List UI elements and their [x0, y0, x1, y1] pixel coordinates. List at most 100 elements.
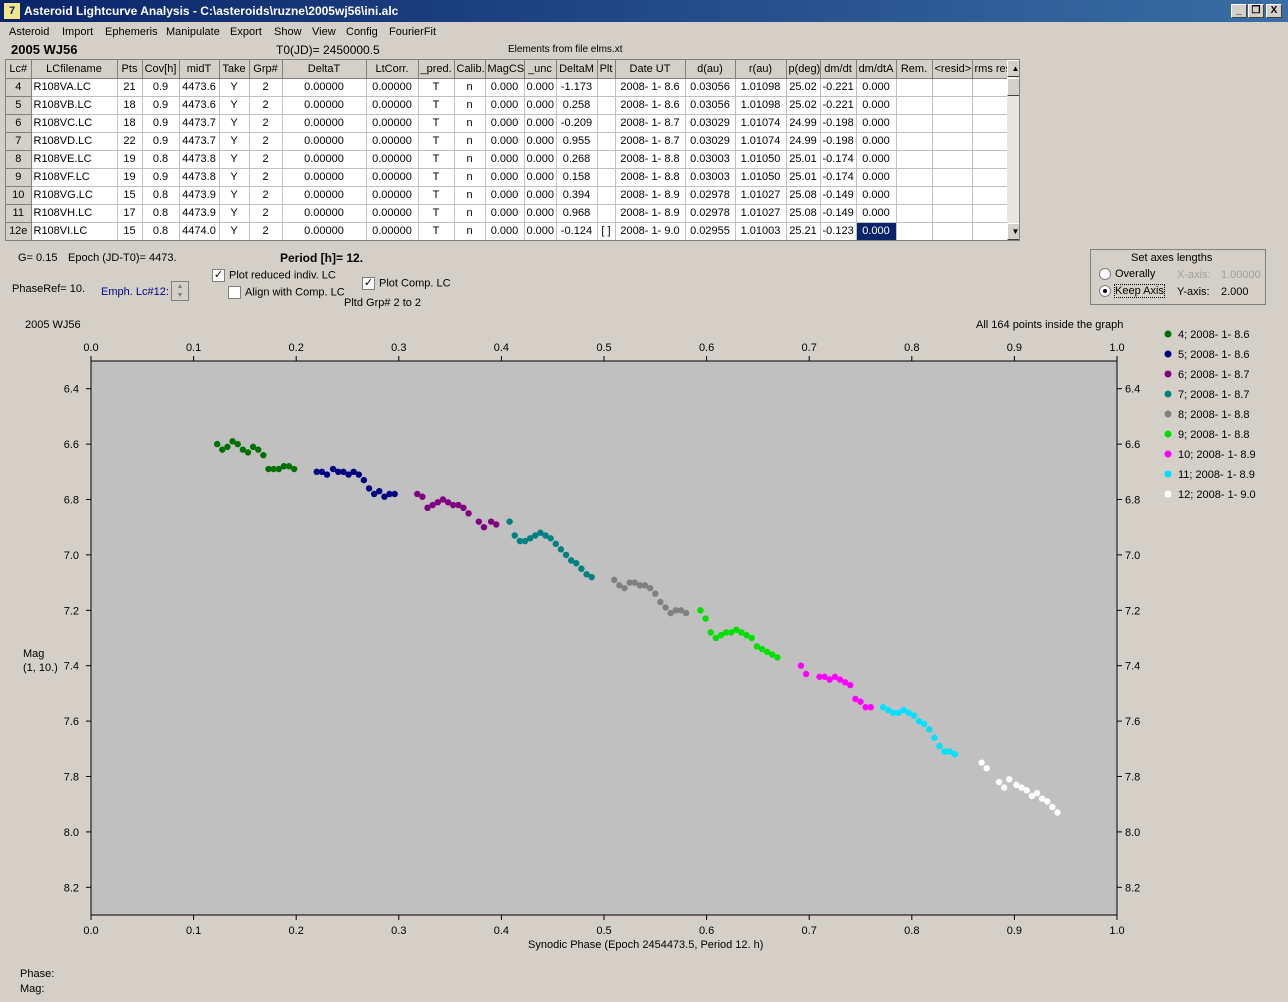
phase-ref-label[interactable]: PhaseRef= 10. — [12, 283, 85, 295]
table-cell[interactable]: 4473.9 — [179, 186, 220, 205]
table-cell[interactable] — [932, 114, 973, 133]
table-cell[interactable]: -0.209 — [556, 114, 598, 133]
table-cell[interactable] — [597, 132, 616, 151]
table-cell[interactable]: R108VE.LC — [31, 150, 118, 169]
table-cell[interactable]: 0.000 — [485, 132, 525, 151]
table-cell[interactable]: R108VF.LC — [31, 168, 118, 187]
lightcurve-plot[interactable]: 0.0 0.0 0.1 0.1 0.2 0.2 0.3 0.3 0.4 0.4 0.5 0.5 0.6 0… — [18, 313, 1270, 961]
table-cell[interactable]: 0.03056 — [685, 78, 736, 97]
table-cell[interactable]: 1.01050 — [735, 168, 787, 187]
table-cell[interactable]: 25.01 — [786, 150, 821, 169]
table-cell[interactable]: -0.198 — [820, 114, 857, 133]
table-cell[interactable] — [972, 96, 1011, 115]
table-cell[interactable]: 0.000 — [485, 96, 525, 115]
column-header[interactable]: Take — [219, 60, 250, 79]
table-cell[interactable]: 19 — [117, 168, 143, 187]
table-cell[interactable]: 0.8 — [142, 186, 180, 205]
table-cell[interactable]: 4 — [6, 78, 32, 97]
table-cell[interactable]: 24.99 — [786, 114, 821, 133]
table-cell[interactable]: Y — [219, 186, 250, 205]
table-cell[interactable]: 2008- 1- 8.7 — [615, 114, 686, 133]
restore-button[interactable]: ❐ — [1248, 4, 1264, 18]
table-cell[interactable] — [972, 204, 1011, 223]
column-header[interactable]: p(deg) — [786, 60, 821, 79]
table-cell[interactable]: 0.000 — [524, 204, 557, 223]
scroll-down-icon[interactable]: ▼ — [1007, 223, 1019, 240]
table-cell[interactable] — [932, 204, 973, 223]
table-cell[interactable]: 0.02978 — [685, 204, 736, 223]
table-cell[interactable]: 0.00000 — [282, 168, 367, 187]
y-axis-value[interactable]: 2.000 — [1221, 286, 1249, 298]
table-row[interactable]: 5 R108VB.LC 18 0.9 4473.6 Y 2 0.00000 0.00000 Tn 0… — [6, 96, 1011, 115]
table-cell[interactable]: 19 — [117, 150, 143, 169]
table-cell[interactable]: -0.221 — [820, 78, 857, 97]
table-cell[interactable]: n — [454, 204, 486, 223]
table-cell[interactable]: 9 — [6, 168, 32, 187]
table-cell[interactable]: 10 — [6, 186, 32, 205]
menu-show[interactable]: Show — [274, 26, 302, 38]
table-cell[interactable] — [932, 222, 973, 240]
table-cell[interactable]: n — [454, 96, 486, 115]
table-cell[interactable]: Y — [219, 78, 250, 97]
plot-reduced-checkbox[interactable]: ✓ Plot reduced indiv. LC — [212, 269, 336, 282]
table-cell[interactable]: 0.000 — [485, 150, 525, 169]
table-cell[interactable]: [ ] — [597, 222, 616, 240]
table-cell[interactable]: 0.00000 — [282, 150, 367, 169]
table-row[interactable]: 6 R108VC.LC 18 0.9 4473.7 Y 2 0.00000 0.00000 Tn 0… — [6, 114, 1011, 133]
table-cell[interactable]: 4474.0 — [179, 222, 220, 240]
column-header[interactable]: LCfilename — [31, 60, 118, 79]
period-label[interactable]: Period [h]= 12. — [280, 251, 363, 265]
table-cell[interactable]: 25.21 — [786, 222, 821, 240]
table-cell[interactable]: Y — [219, 132, 250, 151]
close-button[interactable]: X — [1266, 4, 1282, 18]
table-cell[interactable]: 0.000 — [856, 78, 897, 97]
table-cell[interactable]: 22 — [117, 132, 143, 151]
table-cell[interactable]: 0.00000 — [366, 78, 419, 97]
table-cell[interactable] — [896, 204, 933, 223]
table-cell[interactable]: 2 — [249, 204, 283, 223]
table-cell[interactable]: 0.000 — [524, 132, 557, 151]
table-cell[interactable] — [896, 96, 933, 115]
table-cell[interactable]: Y — [219, 168, 250, 187]
table-cell[interactable]: 1.01050 — [735, 150, 787, 169]
table-cell[interactable] — [896, 186, 933, 205]
table-cell[interactable]: 0.394 — [556, 186, 598, 205]
table-cell[interactable]: 0.8 — [142, 150, 180, 169]
table-cell[interactable]: 25.08 — [786, 186, 821, 205]
column-header[interactable]: midT — [179, 60, 220, 79]
table-cell[interactable]: 2 — [249, 222, 283, 240]
table-cell[interactable]: 4473.6 — [179, 78, 220, 97]
column-header[interactable]: DeltaT — [282, 60, 367, 79]
column-header[interactable]: <resid> — [932, 60, 973, 79]
column-header[interactable]: DeltaM — [556, 60, 598, 79]
table-cell[interactable]: 0.000 — [856, 168, 897, 187]
table-cell[interactable]: 0.02955 — [685, 222, 736, 240]
table-cell[interactable]: 0.258 — [556, 96, 598, 115]
table-row[interactable]: 7 R108VD.LC 22 0.9 4473.7 Y 2 0.00000 0.00000 Tn 0… — [6, 132, 1011, 151]
table-cell[interactable]: 25.01 — [786, 168, 821, 187]
table-cell[interactable]: 2 — [249, 78, 283, 97]
table-cell[interactable]: T — [418, 186, 455, 205]
table-cell[interactable]: R108VA.LC — [31, 78, 118, 97]
menu-view[interactable]: View — [312, 26, 336, 38]
table-cell[interactable]: Y — [219, 150, 250, 169]
table-cell[interactable]: n — [454, 78, 486, 97]
table-cell[interactable]: 0.00000 — [366, 204, 419, 223]
table-cell[interactable]: 12e — [6, 222, 32, 240]
table-cell[interactable]: 0.000 — [856, 132, 897, 151]
table-cell[interactable]: 2008- 1- 8.9 — [615, 204, 686, 223]
table-cell[interactable]: 4473.6 — [179, 96, 220, 115]
column-header[interactable]: Pts — [117, 60, 143, 79]
menu-config[interactable]: Config — [346, 26, 378, 38]
table-cell[interactable]: 0.02978 — [685, 186, 736, 205]
table-cell[interactable]: n — [454, 186, 486, 205]
table-cell[interactable] — [896, 114, 933, 133]
column-header[interactable]: r(au) — [735, 60, 787, 79]
column-header[interactable]: Cov[h] — [142, 60, 180, 79]
table-cell[interactable] — [896, 222, 933, 240]
table-cell[interactable]: R108VH.LC — [31, 204, 118, 223]
column-header[interactable]: d(au) — [685, 60, 736, 79]
table-cell[interactable]: 0.00000 — [366, 114, 419, 133]
table-cell[interactable]: n — [454, 132, 486, 151]
table-cell[interactable]: 1.01027 — [735, 186, 787, 205]
